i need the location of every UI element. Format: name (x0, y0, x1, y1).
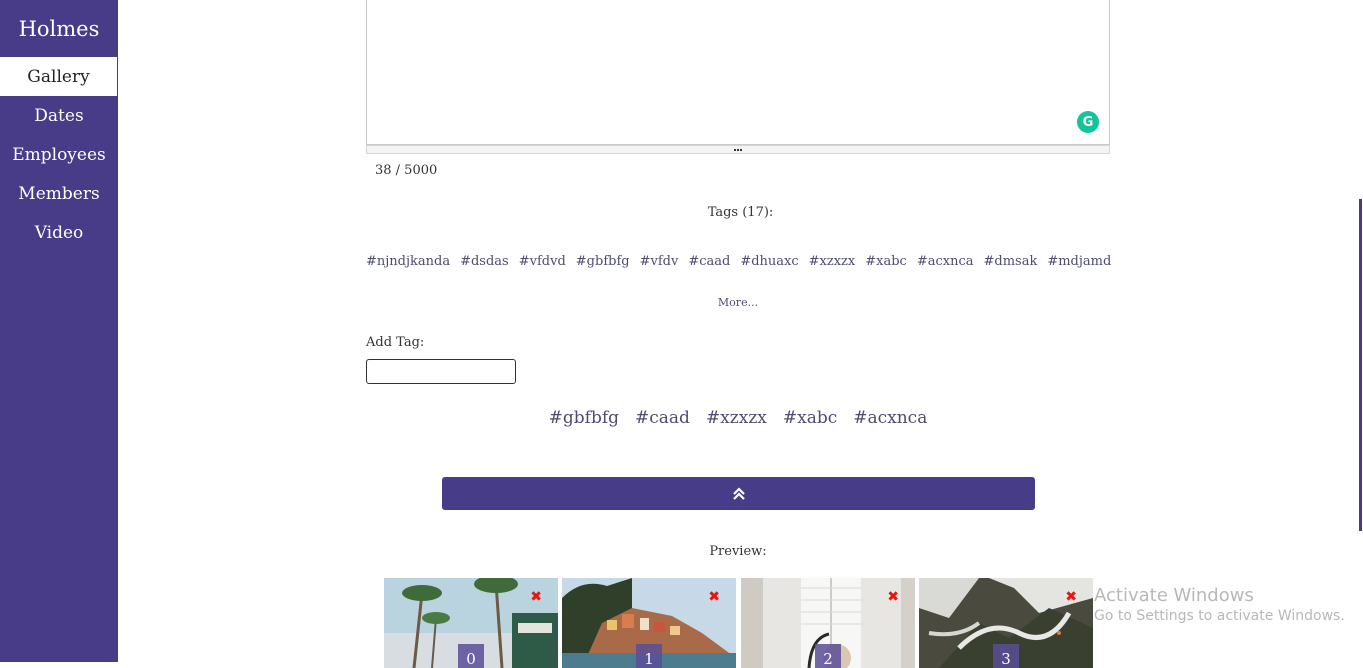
character-counter: 38 / 5000 (375, 163, 438, 178)
tag-list: #njndjkanda #dsdas #vfdvd #gbfbfg #vfdv … (366, 250, 1111, 269)
remove-image-button[interactable]: ✖ (708, 590, 720, 604)
add-tag-input[interactable] (366, 359, 516, 384)
collapse-button[interactable] (442, 477, 1035, 510)
windows-activation-watermark: Activate Windows Go to Settings to activ… (1094, 585, 1345, 624)
selected-tag[interactable]: #gbfbfg (549, 408, 619, 428)
tag-item[interactable]: #mdjamd (1047, 254, 1111, 269)
image-index-badge: 2 (815, 644, 841, 668)
preview-image-1[interactable]: ✖ 1 (562, 578, 736, 668)
sidebar: Holmes Gallery Dates Employees Members V… (0, 0, 118, 662)
sidebar-item-gallery[interactable]: Gallery (0, 57, 117, 96)
selected-tags: #gbfbfg #caad #xzxzx #xabc #acxnca (366, 408, 1110, 428)
brand-title[interactable]: Holmes (0, 0, 118, 57)
grammarly-icon[interactable]: G (1077, 111, 1099, 133)
tag-item[interactable]: #xabc (865, 254, 907, 269)
tag-item[interactable]: #xzxzx (809, 254, 856, 269)
tag-item[interactable]: #caad (688, 254, 730, 269)
remove-image-button[interactable]: ✖ (1065, 590, 1077, 604)
more-tags-link[interactable]: More... (366, 296, 1110, 309)
remove-image-button[interactable]: ✖ (530, 590, 542, 604)
tag-item[interactable]: #vfdv (640, 254, 679, 269)
preview-image-2[interactable]: ✖ 2 (741, 578, 915, 668)
selected-tag[interactable]: #acxnca (853, 408, 927, 428)
tag-item[interactable]: #njndjkanda (366, 254, 450, 269)
preview-image-0[interactable]: ✖ 0 (384, 578, 558, 668)
preview-image-3[interactable]: ✖ 3 (919, 578, 1093, 668)
sidebar-item-dates[interactable]: Dates (0, 96, 118, 135)
textarea-resize-handle[interactable] (366, 145, 1110, 154)
selected-tag[interactable]: #caad (635, 408, 690, 428)
image-index-badge: 3 (993, 644, 1019, 668)
description-textarea[interactable]: G (366, 0, 1110, 145)
tag-item[interactable]: #acxnca (917, 254, 974, 269)
watermark-subtitle: Go to Settings to activate Windows. (1094, 608, 1345, 624)
tag-item[interactable]: #dhuaxc (740, 254, 798, 269)
image-index-badge: 1 (636, 644, 662, 668)
watermark-title: Activate Windows (1094, 585, 1254, 606)
remove-image-button[interactable]: ✖ (887, 590, 899, 604)
preview-heading: Preview: (709, 544, 767, 559)
sidebar-item-employees[interactable]: Employees (0, 135, 118, 174)
tag-item[interactable]: #dsdas (460, 254, 509, 269)
selected-tag[interactable]: #xzxzx (706, 408, 767, 428)
tag-item[interactable]: #dmsak (983, 254, 1037, 269)
selected-tag[interactable]: #xabc (783, 408, 837, 428)
tags-heading: Tags (17): (707, 205, 774, 220)
chevron-double-up-icon (732, 486, 745, 500)
image-index-badge: 0 (458, 644, 484, 668)
grip-icon (734, 149, 742, 154)
add-tag-label: Add Tag: (366, 335, 425, 350)
tag-item[interactable]: #vfdvd (519, 254, 566, 269)
tag-item[interactable]: #gbfbfg (576, 254, 630, 269)
scroll-indicator (1359, 199, 1362, 531)
